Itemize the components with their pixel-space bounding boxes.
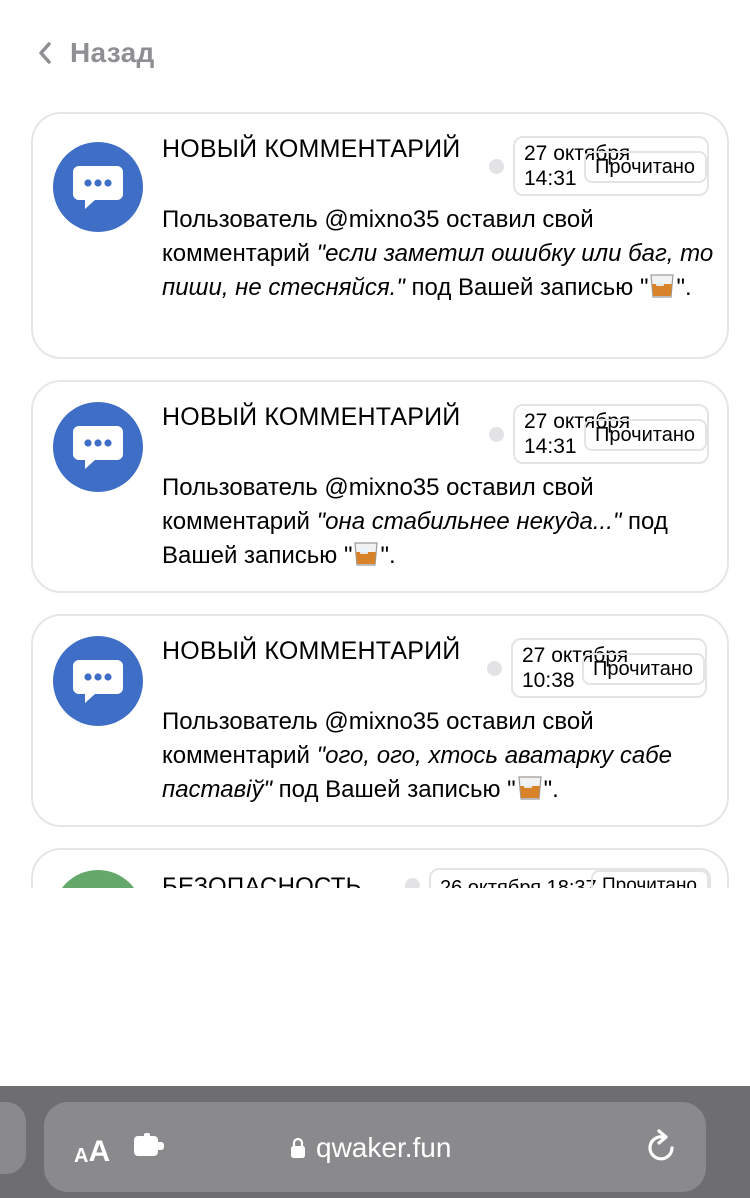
notification-list[interactable]: НОВЫЙ КОММЕНТАРИЙ 27 октября 14:31 Прочи…	[0, 0, 750, 888]
read-status-button[interactable]: Прочитано	[591, 870, 709, 888]
notification-stamp: 27 октября 10:38 Прочитано	[511, 638, 707, 698]
notification-card[interactable]: НОВЫЙ КОММЕНТАРИЙ 27 октября 10:38 Прочи…	[31, 614, 729, 827]
comment-quote: "она стабильнее некуда..."	[316, 508, 622, 535]
notification-text: Пользователь @mixno35 оставил свой комме…	[162, 708, 673, 803]
unread-dot	[405, 878, 420, 888]
whisky-glass-icon	[516, 775, 544, 801]
notification-stamp: 27 октября 14:31 Прочитано	[513, 404, 709, 464]
reload-icon[interactable]	[644, 1128, 680, 1166]
whisky-glass-icon	[648, 273, 676, 299]
notification-stamp: 27 октября 14:31 Прочитано	[513, 136, 709, 196]
notification-card[interactable]: БЕЗОПАСНОСТЬ 26 октября 18:37 Прочитано	[31, 848, 729, 888]
browser-toolbar: AA qwaker.fun	[0, 1086, 750, 1198]
notification-title: НОВЫЙ КОММЕНТАРИЙ	[162, 135, 461, 163]
whisky-glass-icon	[352, 541, 380, 567]
unread-dot	[487, 661, 502, 676]
notification-text: Пользователь @mixno35 оставил свой комме…	[162, 206, 714, 301]
security-icon	[53, 870, 143, 888]
read-status-button[interactable]: Прочитано	[582, 653, 705, 685]
unread-dot	[489, 427, 504, 442]
comment-bubble-icon	[53, 636, 143, 726]
read-status-button[interactable]: Прочитано	[584, 419, 707, 451]
unread-dot	[489, 159, 504, 174]
comment-bubble-icon	[53, 402, 143, 492]
lock-icon	[291, 1137, 305, 1158]
tab-switcher-peek[interactable]	[0, 1102, 26, 1174]
notification-title: НОВЫЙ КОММЕНТАРИЙ	[162, 637, 461, 665]
url-display[interactable]: qwaker.fun	[290, 1128, 451, 1168]
notification-text: Пользователь @mixno35 оставил свой комме…	[162, 474, 668, 569]
notification-title: НОВЫЙ КОММЕНТАРИЙ	[162, 403, 461, 431]
read-status-button[interactable]: Прочитано	[584, 151, 707, 183]
notification-stamp: 26 октября 18:37 Прочитано	[429, 868, 711, 888]
comment-bubble-icon	[53, 142, 143, 232]
notification-card[interactable]: НОВЫЙ КОММЕНТАРИЙ 27 октября 14:31 Прочи…	[31, 112, 729, 359]
extension-puzzle-icon[interactable]	[132, 1133, 166, 1159]
url-text: qwaker.fun	[316, 1132, 452, 1163]
text-size-button[interactable]: AA	[74, 1128, 110, 1168]
address-bar[interactable]: AA qwaker.fun	[44, 1102, 706, 1192]
notification-card[interactable]: НОВЫЙ КОММЕНТАРИЙ 27 октября 14:31 Прочи…	[31, 380, 729, 593]
